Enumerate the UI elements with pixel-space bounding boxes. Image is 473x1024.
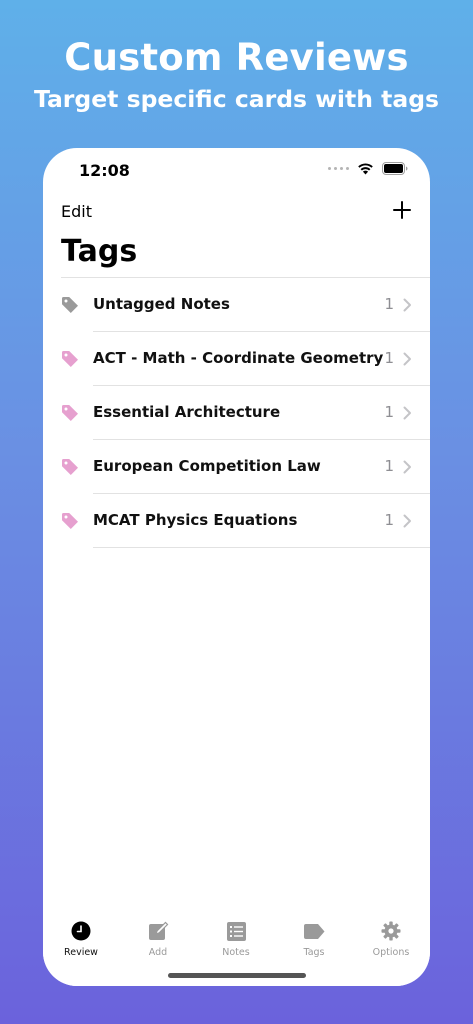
tag-name: European Competition Law xyxy=(93,457,321,475)
tab-label: Notes xyxy=(222,947,250,958)
tag-row-essential-architecture[interactable]: Essential Architecture 1 xyxy=(43,386,430,440)
chevron-right-icon xyxy=(403,298,411,312)
tag-icon xyxy=(62,351,78,367)
tag-count: 1 xyxy=(384,349,394,367)
tab-notes[interactable]: Notes xyxy=(206,920,266,958)
tag-row-act-math-coordinate-geometry[interactable]: ACT - Math - Coordinate Geometry 1 xyxy=(43,332,430,386)
tab-review[interactable]: Review xyxy=(51,920,111,958)
tab-label: Review xyxy=(64,947,98,958)
row-separator xyxy=(93,547,430,548)
tab-label: Tags xyxy=(303,947,325,958)
tag-row-mcat-physics-equations[interactable]: MCAT Physics Equations 1 xyxy=(43,494,430,548)
gear-icon xyxy=(381,921,401,941)
chevron-right-icon xyxy=(403,514,411,528)
status-time: 12:08 xyxy=(79,161,130,180)
tag-name: Essential Architecture xyxy=(93,403,281,421)
tag-count: 1 xyxy=(384,511,394,529)
tag-icon xyxy=(62,297,78,313)
chevron-right-icon xyxy=(403,352,411,366)
chevron-right-icon xyxy=(403,460,411,474)
battery-icon xyxy=(382,162,408,175)
home-indicator[interactable] xyxy=(167,973,306,978)
tag-icon xyxy=(303,923,324,939)
compose-icon xyxy=(148,921,168,940)
wifi-icon xyxy=(358,163,373,175)
tag-count: 1 xyxy=(384,403,394,421)
tab-tags[interactable]: Tags xyxy=(284,920,344,958)
list-icon xyxy=(226,921,246,941)
status-icons xyxy=(328,162,408,175)
tag-name: MCAT Physics Equations xyxy=(93,511,298,529)
tag-list: Untagged Notes 1 ACT - Math - Coordinate… xyxy=(43,278,430,548)
tab-options[interactable]: Options xyxy=(361,920,421,958)
tab-bar: Review Add Notes Tags Options xyxy=(43,906,430,986)
phone-screen: 12:08 Edit Tags Untagged Notes 1 ACT - M… xyxy=(43,148,430,986)
promo-subtitle: Target specific cards with tags xyxy=(33,85,440,113)
page-title: Tags xyxy=(61,234,138,269)
signal-dots-icon xyxy=(328,167,349,170)
tag-icon xyxy=(62,513,78,529)
chevron-right-icon xyxy=(403,406,411,420)
tag-count: 1 xyxy=(384,295,394,313)
tag-icon xyxy=(62,459,78,475)
tag-icon xyxy=(62,405,78,421)
plus-icon[interactable] xyxy=(392,200,412,220)
tag-count: 1 xyxy=(384,457,394,475)
tab-label: Options xyxy=(372,947,410,958)
tab-add[interactable]: Add xyxy=(128,920,188,958)
tag-name: Untagged Notes xyxy=(93,295,230,313)
promo-title: Custom Reviews xyxy=(64,36,409,79)
tab-label: Add xyxy=(148,947,168,958)
tag-row-untagged-notes[interactable]: Untagged Notes 1 xyxy=(43,278,430,332)
tag-name: ACT - Math - Coordinate Geometry xyxy=(93,349,384,367)
clock-icon xyxy=(71,921,91,941)
tag-row-european-competition-law[interactable]: European Competition Law 1 xyxy=(43,440,430,494)
edit-button[interactable]: Edit xyxy=(61,202,92,221)
